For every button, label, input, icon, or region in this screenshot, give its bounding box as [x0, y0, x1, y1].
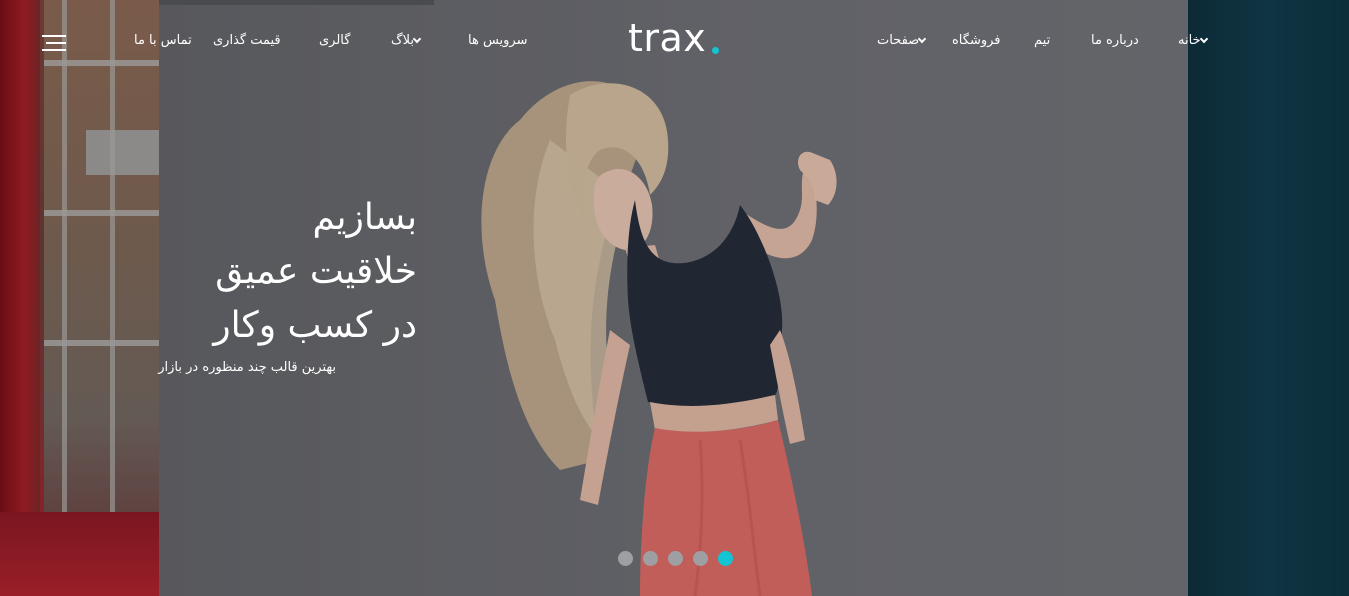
logo-accent-dot [712, 47, 719, 54]
previous-slide-peek [0, 0, 159, 596]
nav-item-team[interactable]: تیم [1034, 33, 1050, 48]
hero-title-line-3: در کسب وکار [213, 305, 417, 346]
slider-dot-active[interactable] [718, 551, 733, 566]
nav-item-blog[interactable]: بلاگ [391, 33, 425, 48]
slider-dot[interactable] [693, 551, 708, 566]
nav-item-about[interactable]: درباره ما [1091, 33, 1139, 48]
nav-item-home[interactable]: خانه [1178, 33, 1212, 48]
slider-dot[interactable] [618, 551, 633, 566]
hero-title-line-2: خلاقیت عمیق [215, 251, 417, 292]
main-navigation: خانه درباره ما تیم فروشگاه صفحات trax سر… [0, 0, 1349, 86]
nav-item-pricing[interactable]: قیمت گذاری [213, 33, 281, 48]
nav-item-services[interactable]: سرویس ها [468, 33, 527, 48]
nav-item-shop[interactable]: فروشگاه [952, 33, 1001, 48]
nav-item-gallery[interactable]: گالری [319, 33, 350, 48]
hero-title-line-1: بسازیم [312, 197, 417, 238]
nav-item-pages[interactable]: صفحات [877, 33, 930, 48]
hamburger-menu-icon[interactable] [40, 34, 66, 52]
chevron-down-icon [412, 34, 422, 44]
next-slide-peek [1188, 0, 1349, 596]
chevron-down-icon [917, 34, 927, 44]
slider-dot[interactable] [668, 551, 683, 566]
hero-slider: خانه درباره ما تیم فروشگاه صفحات trax سر… [0, 0, 1349, 596]
brand-logo[interactable]: trax [628, 16, 706, 60]
nav-item-contact[interactable]: تماس با ما [134, 33, 192, 48]
hero-subtitle: بهترین قالب چند منظوره در بازار [158, 360, 336, 375]
slider-dot[interactable] [643, 551, 658, 566]
